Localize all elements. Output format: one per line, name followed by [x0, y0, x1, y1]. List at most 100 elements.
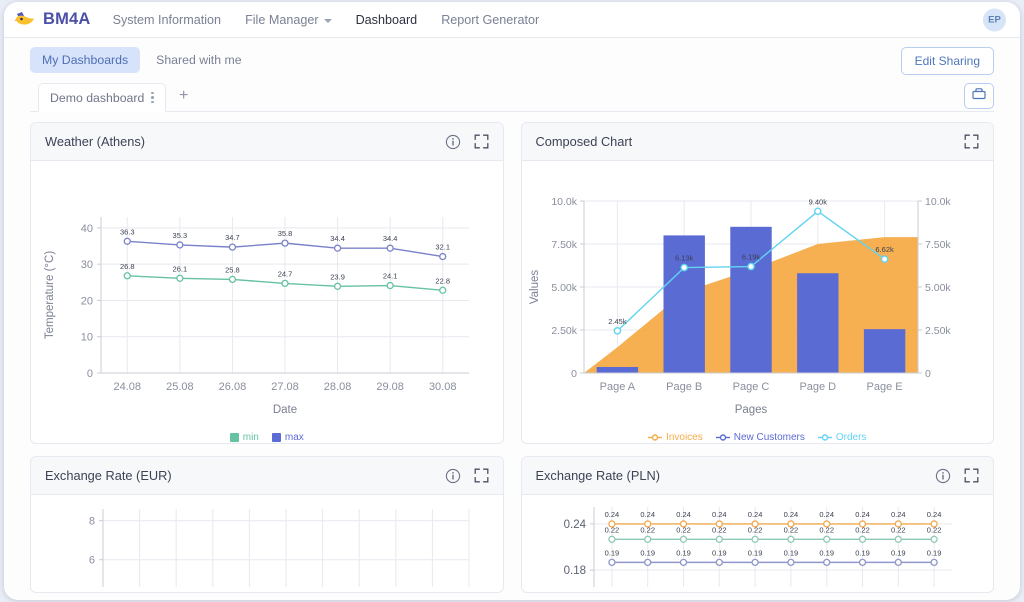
data-point-series-green[interactable]	[786, 535, 795, 543]
data-point-series-green[interactable]	[894, 535, 902, 543]
data-point-series-blue[interactable]	[643, 558, 651, 567]
bar-new-customers[interactable]	[729, 226, 772, 373]
nav-link-label: Dashboard	[355, 12, 418, 27]
bar-new-customers[interactable]	[796, 273, 839, 373]
data-point-min[interactable]	[281, 279, 289, 288]
data-point-series-green[interactable]	[858, 535, 866, 543]
brand-logo-group[interactable]: BM4A	[14, 10, 91, 30]
data-point-series-blue[interactable]	[750, 558, 759, 567]
data-label-series-green: 0.22	[783, 525, 798, 534]
data-label-series-blue: 0.19	[783, 548, 798, 557]
add-dashboard-tab-button[interactable]: +	[166, 86, 201, 106]
info-circle-icon[interactable]	[935, 468, 951, 484]
data-point-orders[interactable]	[679, 263, 688, 272]
exchange-rate-pln-chart[interactable]: 0.18 0.24 0.24 0.24 0.24 0.24 0.24 0.24 0.24 0.24…	[522, 495, 968, 587]
data-point-max[interactable]	[386, 244, 394, 252]
data-point-min[interactable]	[123, 272, 131, 280]
weather-line-chart[interactable]: 0 10 20 30 40 24.08 25.08 26.08 27.08 28.08 29.08 3…	[31, 161, 477, 431]
card-body: 68	[31, 495, 503, 592]
data-point-orders[interactable]	[613, 327, 621, 335]
data-point-max[interactable]	[333, 244, 342, 252]
nav-link-dashboard[interactable]: Dashboard	[356, 13, 418, 27]
data-point-series-blue[interactable]	[679, 558, 687, 567]
fullscreen-icon[interactable]	[474, 468, 489, 483]
data-point-max[interactable]	[228, 243, 237, 251]
data-label-series-orange: 0.24	[604, 510, 619, 519]
data-point-series-green[interactable]	[679, 535, 687, 543]
archive-button[interactable]	[964, 83, 994, 109]
x-tick-label: 30.08	[429, 381, 457, 393]
data-point-series-blue[interactable]	[894, 558, 902, 567]
nav-link-label: System Information	[112, 12, 222, 27]
info-circle-icon[interactable]	[445, 134, 461, 150]
y-tick-label-left: 0	[571, 368, 577, 380]
data-label-series-orange: 0.24	[711, 510, 726, 519]
dashboard-tab-demo-dashboard[interactable]: Demo dashboard	[38, 83, 166, 112]
data-point-min[interactable]	[176, 274, 184, 282]
data-point-series-green[interactable]	[929, 535, 938, 543]
data-point-min[interactable]	[333, 282, 342, 290]
legend-marker-invoices	[648, 433, 663, 442]
data-point-series-green[interactable]	[643, 535, 651, 543]
data-point-min[interactable]	[386, 281, 394, 290]
card-title: Weather (Athens)	[45, 134, 146, 149]
nav-link-file-manager[interactable]: File Manager	[245, 13, 332, 27]
y-tick-label: 6	[89, 555, 95, 567]
data-point-max[interactable]	[439, 252, 447, 261]
data-label-max: 34.4	[330, 234, 345, 243]
data-point-series-blue[interactable]	[607, 558, 616, 567]
data-label-series-blue: 0.19	[711, 548, 726, 557]
bar-new-customers[interactable]	[863, 329, 905, 373]
y-tick-label-left: 5.00k	[551, 282, 577, 294]
data-point-orders[interactable]	[746, 262, 755, 271]
fullscreen-icon[interactable]	[474, 134, 489, 149]
tab-options-icon[interactable]	[151, 91, 154, 104]
data-point-series-green[interactable]	[715, 535, 723, 543]
data-point-series-blue[interactable]	[858, 558, 866, 567]
legend-item-orders[interactable]: Orders	[817, 432, 867, 443]
data-point-series-blue[interactable]	[822, 558, 830, 567]
data-point-series-green[interactable]	[822, 535, 830, 543]
data-label-series-orange: 0.24	[890, 510, 905, 519]
data-point-min[interactable]	[439, 286, 447, 294]
edit-sharing-button[interactable]: Edit Sharing	[900, 47, 994, 75]
legend-label-min: min	[242, 432, 259, 443]
bar-new-customers[interactable]	[596, 366, 638, 373]
legend-label-orders: Orders	[835, 432, 867, 443]
y-tick-label: 0.18	[563, 565, 585, 577]
nav-link-system-information[interactable]: System Information	[113, 13, 222, 27]
data-point-series-blue[interactable]	[715, 558, 723, 567]
tab-my-dashboards[interactable]: My Dashboards	[30, 47, 141, 73]
data-point-orders[interactable]	[813, 207, 822, 216]
nav-link-report-generator[interactable]: Report Generator	[441, 13, 539, 27]
dashboard-header: My Dashboards Shared with me Edit Sharin…	[4, 38, 1020, 112]
data-point-series-blue[interactable]	[786, 558, 795, 567]
fullscreen-icon[interactable]	[964, 134, 979, 149]
data-label-min: 26.1	[173, 264, 188, 273]
data-point-max[interactable]	[281, 239, 289, 247]
data-point-orders[interactable]	[880, 255, 888, 263]
info-circle-icon[interactable]	[445, 468, 461, 484]
data-label-series-green: 0.22	[711, 525, 726, 534]
data-point-series-blue[interactable]	[929, 558, 938, 567]
x-tick-label: Page B	[666, 381, 702, 393]
data-point-series-green[interactable]	[750, 535, 759, 543]
data-point-max[interactable]	[123, 237, 131, 245]
y-tick-label: 40	[81, 223, 93, 235]
fullscreen-icon[interactable]	[964, 468, 979, 483]
data-point-series-green[interactable]	[607, 535, 616, 543]
card-body: 0 10 20 30 40 24.08 25.08 26.08 27.08 28.08 29.08 3…	[31, 161, 503, 443]
tab-shared-with-me[interactable]: Shared with me	[144, 47, 253, 73]
data-point-min[interactable]	[228, 275, 237, 284]
exchange-rate-eur-chart[interactable]: 68	[31, 495, 477, 587]
y-tick-label-left: 10.0k	[551, 196, 577, 208]
legend-item-invoices[interactable]: Invoices	[648, 432, 703, 443]
data-point-max[interactable]	[176, 241, 184, 249]
legend-item-min[interactable]: min	[229, 432, 259, 443]
data-label-series-orange: 0.24	[926, 510, 941, 519]
card-actions	[935, 468, 979, 484]
legend-item-new-customers[interactable]: New Customers	[715, 432, 805, 443]
legend-item-max[interactable]: max	[271, 432, 304, 443]
composed-chart[interactable]: 2.45k 6.13k 6.19k 9.40k 6.62k 0 0 2.50k 2.50k 5.0…	[522, 161, 968, 431]
avatar[interactable]: EP	[983, 8, 1006, 31]
